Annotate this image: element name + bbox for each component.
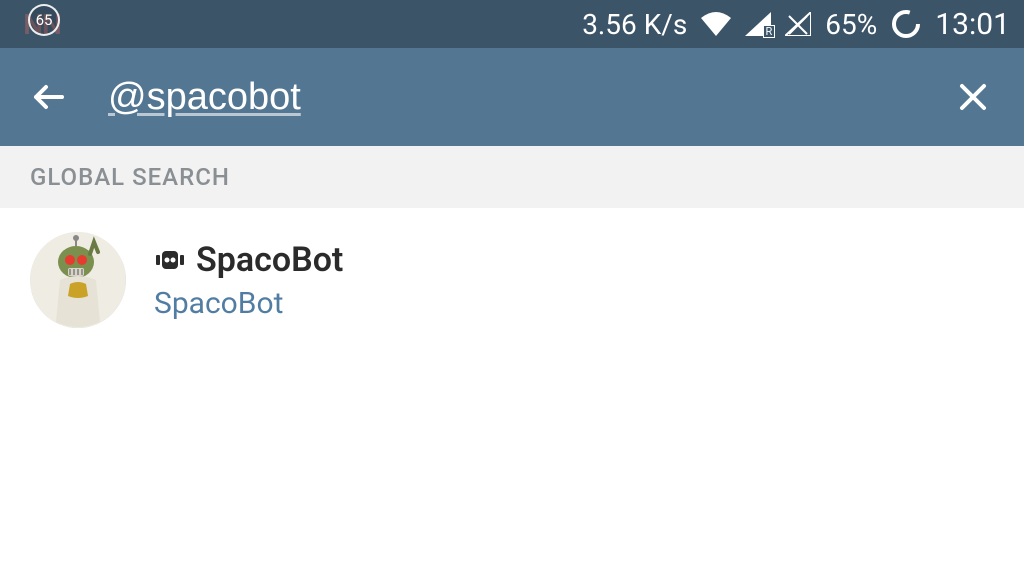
search-bar <box>0 48 1024 146</box>
battery-percentage: 65% <box>825 8 877 41</box>
clock: 13:01 <box>935 7 1010 42</box>
bot-icon <box>154 247 186 273</box>
app-watermark: NN 65 <box>14 4 70 44</box>
loading-spinner-icon <box>891 9 921 39</box>
status-left: NN 65 <box>14 4 70 44</box>
result-text-block: SpacoBot SpacoBot <box>154 240 343 321</box>
roaming-indicator: R <box>763 25 776 38</box>
status-right: 3.56 K/s R 65% <box>582 7 1010 42</box>
search-input-wrap[interactable] <box>108 76 910 119</box>
back-button[interactable] <box>28 77 68 117</box>
avatar <box>30 232 126 328</box>
cellular-signal-1: R <box>745 12 771 36</box>
status-bar: NN 65 3.56 K/s R 65% <box>0 0 1024 48</box>
network-speed: 3.56 K/s <box>582 8 687 41</box>
cellular-signal-2 <box>785 12 811 36</box>
result-title: SpacoBot <box>196 240 343 280</box>
result-title-row: SpacoBot <box>154 240 343 280</box>
wifi-icon <box>701 12 731 36</box>
result-subtitle: SpacoBot <box>154 286 343 321</box>
global-search-header: GLOBAL SEARCH <box>0 146 1024 208</box>
clear-search-button[interactable] <box>950 80 996 114</box>
search-result-item[interactable]: SpacoBot SpacoBot <box>0 208 1024 352</box>
notification-badge: 65 <box>28 4 60 36</box>
search-input[interactable] <box>108 76 910 119</box>
